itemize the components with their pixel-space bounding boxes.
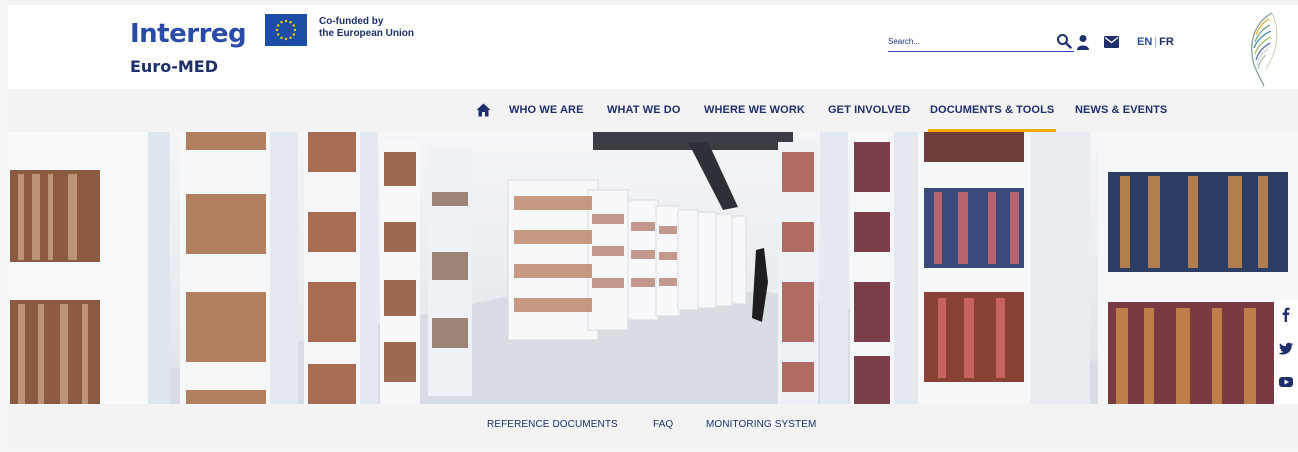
search-input[interactable]	[888, 32, 1038, 50]
youtube-icon[interactable]	[1278, 374, 1294, 390]
home-icon[interactable]	[476, 103, 491, 117]
search-box	[888, 32, 1074, 52]
interreg-logo[interactable]: Interreg	[130, 19, 247, 49]
user-icon[interactable]	[1076, 34, 1090, 50]
subnav-reference-documents[interactable]: REFERENCE DOCUMENTS	[487, 419, 618, 430]
facebook-icon[interactable]	[1278, 306, 1294, 322]
site-header: Interreg Euro-MED Co-funded by the Europ…	[8, 5, 1298, 89]
social-sidebar	[1274, 300, 1298, 404]
language-switcher: EN | FR	[1137, 36, 1174, 48]
nav-documents-tools[interactable]: DOCUMENTS & TOOLS	[927, 104, 1057, 132]
eu-flag-icon	[265, 14, 307, 46]
eu-text-line-1: Co-funded by	[319, 16, 384, 27]
twitter-icon[interactable]	[1278, 340, 1294, 356]
nav-where-we-work[interactable]: WHERE WE WORK	[704, 104, 805, 116]
subnav-faq[interactable]: FAQ	[653, 419, 673, 430]
main-navigation: WHO WE ARE WHAT WE DO WHERE WE WORK GET …	[8, 89, 1298, 132]
nav-who-we-are[interactable]: WHO WE ARE	[509, 104, 584, 116]
euro-med-logo-text[interactable]: Euro-MED	[130, 57, 218, 76]
nav-news-events[interactable]: NEWS & EVENTS	[1075, 104, 1167, 116]
lang-fr-link[interactable]: FR	[1159, 36, 1174, 48]
nav-get-involved[interactable]: GET INVOLVED	[828, 104, 910, 116]
search-icon[interactable]	[1056, 33, 1072, 49]
hero-banner-image	[8, 132, 1298, 404]
lang-en-link[interactable]: EN	[1137, 36, 1152, 48]
nav-what-we-do[interactable]: WHAT WE DO	[607, 104, 681, 116]
library-illustration	[8, 132, 1298, 404]
eu-text-line-2: the European Union	[319, 28, 414, 39]
eu-cofunded-text: Co-funded by the European Union	[319, 16, 414, 40]
mail-icon[interactable]	[1104, 36, 1119, 48]
lang-separator: |	[1154, 36, 1158, 48]
subnav-monitoring-system[interactable]: MONITORING SYSTEM	[706, 419, 816, 430]
feather-logo-icon	[1251, 12, 1278, 87]
sub-navigation: REFERENCE DOCUMENTS FAQ MONITORING SYSTE…	[8, 404, 1298, 445]
